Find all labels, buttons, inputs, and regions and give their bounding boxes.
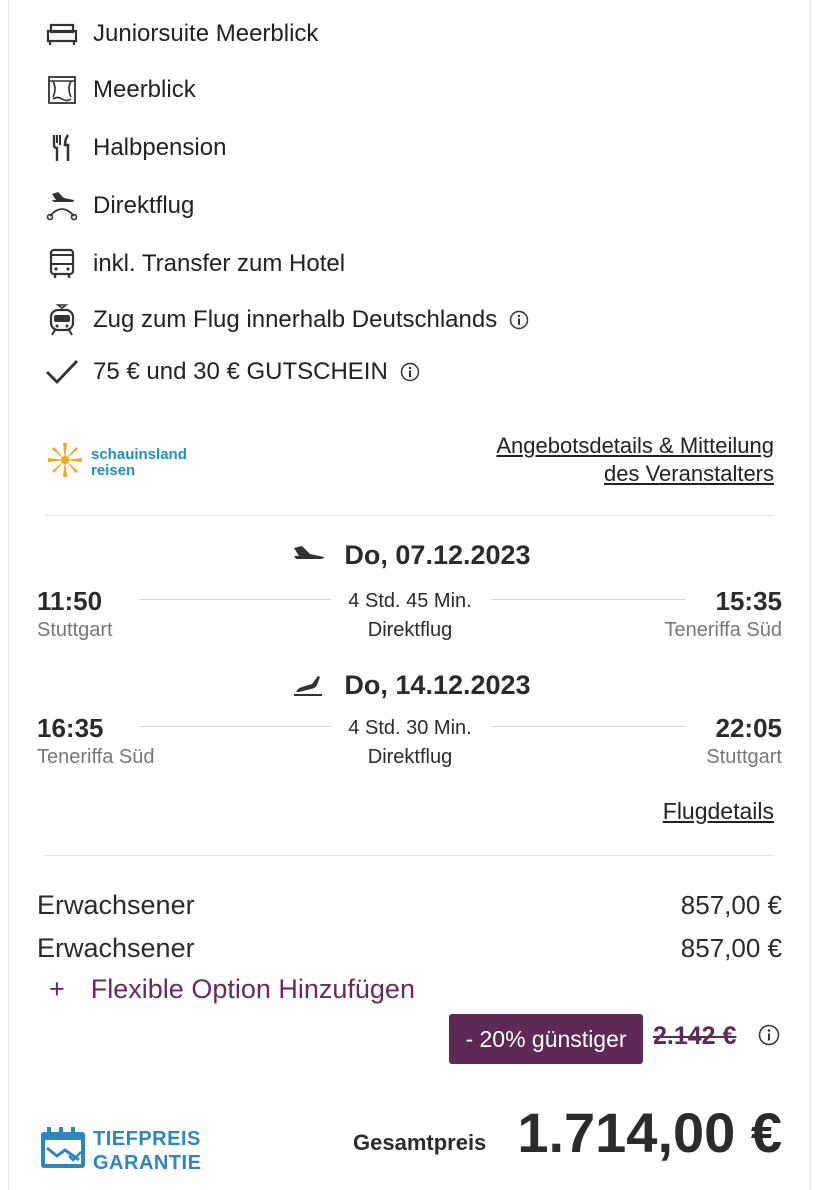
traveler-price: 857,00 € <box>680 933 782 963</box>
departure-time: 16:35 <box>37 713 104 743</box>
flight-date: Do, 07.12.2023 <box>344 540 531 570</box>
feature-transfer: inkl. Transfer zum Hotel <box>45 244 345 284</box>
feature-voucher: 75 € und 30 € GUTSCHEIN <box>45 352 420 392</box>
price-guarantee-badge: TIEFPREIS GARANTIE <box>39 1126 201 1175</box>
total-price: 1.714,00 € <box>517 1101 782 1164</box>
flight-duration: 4 Std. 45 Min. <box>348 590 472 612</box>
divider <box>45 855 774 856</box>
flight-type: Direktflug <box>367 746 453 768</box>
feature-label: Meerblick <box>93 76 196 103</box>
feature-view: Meerblick <box>45 70 196 110</box>
traveler-label: Erwachsener <box>37 890 195 920</box>
flight-type: Direktflug <box>367 619 453 641</box>
feature-board: Halbpension <box>45 128 226 168</box>
feature-label: Direktflug <box>93 192 195 219</box>
logo-line: reisen <box>91 461 136 479</box>
cutlery-icon <box>45 131 79 165</box>
sea-view-icon <box>45 73 79 107</box>
operator-logo: schauinsland reisen <box>45 440 187 485</box>
feature-label: 75 € und 30 € GUTSCHEIN <box>93 358 388 385</box>
feature-label: Juniorsuite Meerblick <box>93 20 319 47</box>
traveler-label: Erwachsener <box>37 933 195 963</box>
offer-link-line: des Veranstalters <box>604 461 774 486</box>
traveler-price: 857,00 € <box>680 890 782 920</box>
departure-plane-icon <box>288 544 328 568</box>
bus-icon <box>45 247 79 281</box>
operator-logo-text: schauinsland reisen <box>91 445 187 479</box>
offer-link-line: Angebotsdetails & Mitteilung <box>496 433 774 458</box>
route-line <box>139 726 331 727</box>
info-icon[interactable] <box>400 362 420 382</box>
guarantee-line: GARANTIE <box>93 1151 202 1174</box>
sun-logo-icon <box>45 440 85 485</box>
departure-city: Stuttgart <box>37 619 113 641</box>
arrival-city: Teneriffa Süd <box>664 619 783 641</box>
flight-details-link[interactable]: Flugdetails <box>663 798 774 825</box>
departure-city: Teneriffa Süd <box>37 746 155 768</box>
return-date-row: Do, 14.12.2023 <box>9 670 810 701</box>
route-line <box>139 599 331 600</box>
total-label: Gesamtpreis <box>353 1130 487 1155</box>
arrival-city: Stuttgart <box>706 746 782 768</box>
flexible-option-label: Flexible Option Hinzufügen <box>90 974 415 1004</box>
checkmark-icon <box>45 355 79 389</box>
feature-room: Juniorsuite Meerblick <box>45 14 318 54</box>
route-line <box>491 599 686 600</box>
flight-duration: 4 Std. 30 Min. <box>348 717 472 739</box>
info-icon[interactable] <box>509 310 529 330</box>
discount-badge: - 20% günstiger <box>449 1014 643 1064</box>
feature-train: Zug zum Flug innerhalb Deutschlands <box>45 300 529 340</box>
plus-icon: + <box>49 974 65 1004</box>
offer-details-link[interactable]: Angebotsdetails & Mitteilung des Veranst… <box>496 432 774 488</box>
arrival-time: 22:05 <box>715 713 783 743</box>
flight-date: Do, 14.12.2023 <box>344 670 531 700</box>
feature-label: Halbpension <box>93 134 227 161</box>
route-line <box>491 726 686 727</box>
feature-flight: Direktflug <box>45 186 194 226</box>
bed-icon <box>45 17 79 51</box>
outbound-date-row: Do, 07.12.2023 <box>9 540 810 571</box>
divider <box>45 515 774 516</box>
old-price: 2.142 € <box>653 1022 737 1050</box>
logo-line: schauinsland <box>91 445 187 463</box>
train-icon <box>45 303 79 337</box>
feature-label: Zug zum Flug innerhalb Deutschlands <box>93 306 498 333</box>
calendar-check-icon <box>39 1126 87 1175</box>
flexible-option-button[interactable]: + Flexible Option Hinzufügen <box>49 974 415 1005</box>
direct-flight-icon <box>45 189 79 223</box>
departure-time: 11:50 <box>37 586 103 616</box>
guarantee-line: TIEFPREIS <box>93 1127 201 1150</box>
arrival-plane-icon <box>288 674 328 698</box>
info-icon[interactable] <box>758 1024 780 1046</box>
offer-card: Juniorsuite Meerblick Meerblick Halbpens… <box>8 0 811 1190</box>
arrival-time: 15:35 <box>715 586 783 616</box>
feature-label: inkl. Transfer zum Hotel <box>93 250 346 277</box>
guarantee-text: TIEFPREIS GARANTIE <box>93 1127 201 1175</box>
